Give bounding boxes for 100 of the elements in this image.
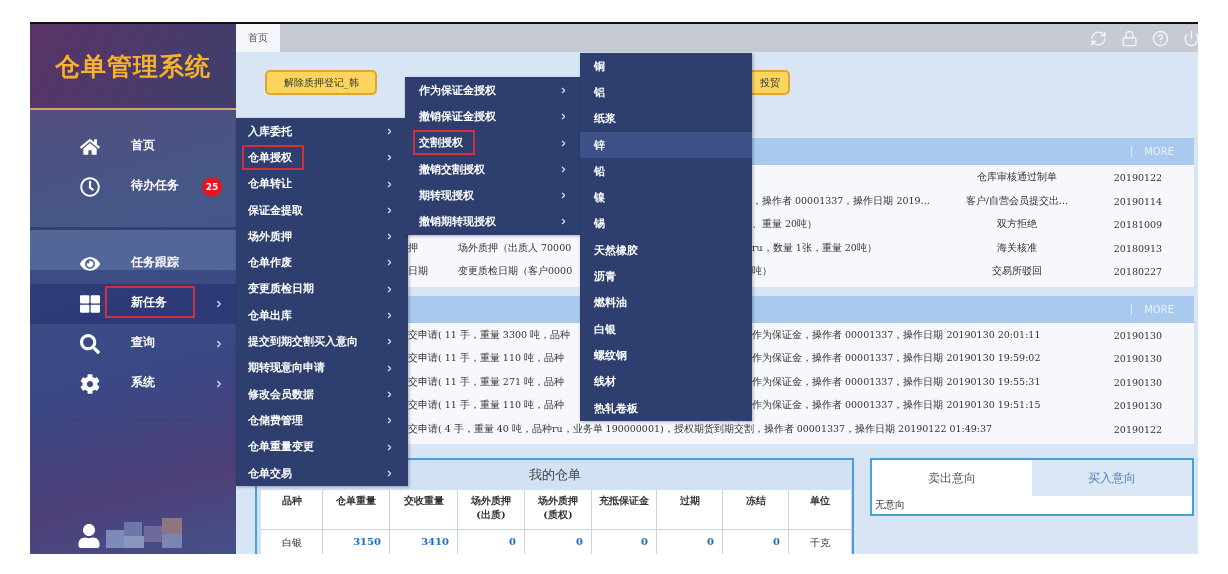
- grid-icon: [80, 294, 100, 314]
- table-cell: 0: [657, 530, 723, 554]
- record-date: 20190130: [1112, 329, 1164, 341]
- menu-item[interactable]: 撤销保证金授权: [405, 103, 582, 130]
- search-icon: [80, 334, 100, 354]
- home-icon: [80, 137, 100, 157]
- menu-item[interactable]: 交割授权: [405, 129, 582, 156]
- sidebar-item[interactable]: 首页: [30, 127, 236, 167]
- menu-item[interactable]: 线材: [580, 368, 752, 395]
- menu-item[interactable]: 锡: [580, 210, 752, 238]
- sidebar-item-label: 查询: [130, 333, 156, 351]
- column-header: 交收重量: [390, 490, 458, 530]
- menu-item[interactable]: 仓单授权: [236, 144, 408, 171]
- menu-item-label: 镍: [592, 190, 606, 207]
- menu-item[interactable]: 天然橡胶: [580, 237, 752, 264]
- menu-item[interactable]: 期转现意向申请: [236, 354, 408, 381]
- help-icon[interactable]: [1152, 29, 1169, 47]
- record-status: 仓库审核通过制单: [976, 171, 1058, 185]
- menu-item[interactable]: 仓储费管理: [236, 407, 408, 434]
- sidebar-item-label: 新任务: [105, 286, 195, 318]
- menu-item-label: 仓单交易: [247, 465, 293, 482]
- sidebar-item[interactable]: 系统: [30, 364, 236, 404]
- sidebar-item-label: 系统: [130, 373, 156, 391]
- record-text: 场外质押（出质人 70000: [458, 241, 573, 255]
- menu-item[interactable]: 场外质押: [236, 223, 408, 250]
- table-cell: 千克: [789, 530, 852, 554]
- menu-item[interactable]: 白银: [580, 315, 752, 343]
- record-status: 双方拒绝: [996, 218, 1038, 232]
- record-text: 作为保证金，操作者 00001337，操作日期 20190130 19:51:15: [752, 399, 1042, 413]
- panel-title: 我的仓单: [528, 466, 581, 484]
- record-text: 吨）: [752, 265, 773, 279]
- power-icon[interactable]: [1183, 29, 1198, 47]
- menu-item[interactable]: 入库委托: [236, 118, 408, 145]
- record-text: 作为保证金，操作者 00001337，操作日期 20190130 19:59:02: [752, 352, 1042, 366]
- refresh-icon[interactable]: [1090, 29, 1107, 47]
- menu-item[interactable]: 仓单交易: [236, 459, 408, 487]
- record-text: 变更质检日期（客户0000: [458, 265, 574, 279]
- menu-item[interactable]: 变更质检日期: [236, 275, 408, 303]
- sidebar-item-label: 待办任务: [130, 176, 180, 194]
- menu-item[interactable]: 保证金提取: [236, 196, 408, 224]
- menu-item[interactable]: 纸浆: [580, 105, 752, 132]
- page-tab[interactable]: 首页: [236, 24, 280, 52]
- menu-item-label: 期转现意向申请: [247, 360, 326, 377]
- table-cell: 白银: [261, 530, 323, 554]
- sidebar-item[interactable]: 查询: [30, 324, 236, 364]
- menu-item-label: 期转现授权: [418, 187, 475, 204]
- menu-item[interactable]: 铝: [580, 79, 752, 106]
- menu-item-label: 提交到期交割买入意向: [247, 334, 359, 350]
- menu-item[interactable]: 提交到期交割买入意向: [236, 328, 408, 355]
- menu-item[interactable]: 撤销交割授权: [405, 155, 582, 183]
- menu-item[interactable]: 仓单出库: [236, 302, 408, 329]
- table-cell: 0: [458, 530, 525, 554]
- menu-item-label: 作为保证金授权: [418, 82, 497, 99]
- column-header: 过期: [657, 490, 723, 530]
- menu-item[interactable]: 螺纹钢: [580, 342, 752, 369]
- user-avatar-icon[interactable]: [78, 524, 100, 548]
- eye-icon: [80, 254, 100, 274]
- menu-item-label: 锡: [592, 216, 606, 233]
- app-title: 仓单管理系统: [55, 50, 211, 83]
- menu-item[interactable]: 沥青: [580, 263, 752, 290]
- settings-icon: [80, 374, 100, 394]
- table-cell: 0: [525, 530, 592, 554]
- menu-item[interactable]: 撤销期转现授权: [405, 208, 582, 235]
- record-text: 、重量 20吨）: [752, 218, 819, 232]
- menu-item-label: 撤销期转现授权: [418, 214, 497, 231]
- menu-item[interactable]: 期转现授权: [405, 182, 582, 209]
- menu-item[interactable]: 镍: [580, 184, 752, 211]
- sidebar-item[interactable]: 新任务: [30, 284, 236, 324]
- menu-item-label: 铅: [592, 163, 606, 180]
- intention-tab[interactable]: 买入意向: [1032, 460, 1192, 496]
- menu-item[interactable]: 锌: [580, 131, 752, 159]
- menu-item[interactable]: 仓单重量变更: [236, 433, 408, 460]
- menu-item[interactable]: 铜: [580, 53, 752, 80]
- menu-item[interactable]: 燃料油: [580, 289, 752, 316]
- sidebar-item[interactable]: 待办任务 25: [30, 167, 236, 207]
- menu-item[interactable]: 铅: [580, 158, 752, 185]
- menu-item[interactable]: 热轧卷板: [580, 394, 752, 422]
- menu-item-label: 仓单作废: [247, 255, 293, 272]
- record-text: 交申请( 11 手，重量 110 吨，品种: [408, 399, 565, 413]
- menu-item-label: 热轧卷板: [593, 400, 639, 417]
- action-button[interactable]: 解除质押登记_韩: [265, 70, 377, 95]
- menu-item[interactable]: 修改会员数据: [236, 380, 408, 408]
- record-status: 海关核准: [996, 241, 1038, 255]
- menu-item[interactable]: 作为保证金授权: [405, 77, 582, 104]
- record-text: 日期: [408, 265, 429, 279]
- menu-item-label: 天然橡胶: [593, 242, 639, 259]
- menu-item[interactable]: 仓单转让: [236, 170, 408, 197]
- sidebar-item[interactable]: 任务跟踪: [30, 244, 236, 284]
- count-badge: 25: [202, 177, 222, 197]
- menu-item-label: 螺纹钢: [593, 347, 628, 364]
- sidebar-item-label: 任务跟踪: [130, 253, 180, 271]
- record-status: 客户/自营会员提交出…: [964, 194, 1070, 208]
- menu-item[interactable]: 仓单作废: [236, 249, 408, 276]
- record-date: 20180913: [1112, 242, 1164, 254]
- record-date: 20180227: [1112, 266, 1164, 278]
- record-text: 交申请( 11 手，重量 110 吨，品种: [408, 352, 565, 366]
- lock-icon[interactable]: [1121, 29, 1138, 47]
- menu-item-label: 变更质检日期: [247, 281, 315, 298]
- record-text: 交申请( 4 手，重量 40 吨，品种ru，业务单 190000001)，授权期货到期交割，操作者 00001337，操作日期 20190122 01:49:37: [408, 422, 994, 436]
- table-cell: 0: [592, 530, 657, 554]
